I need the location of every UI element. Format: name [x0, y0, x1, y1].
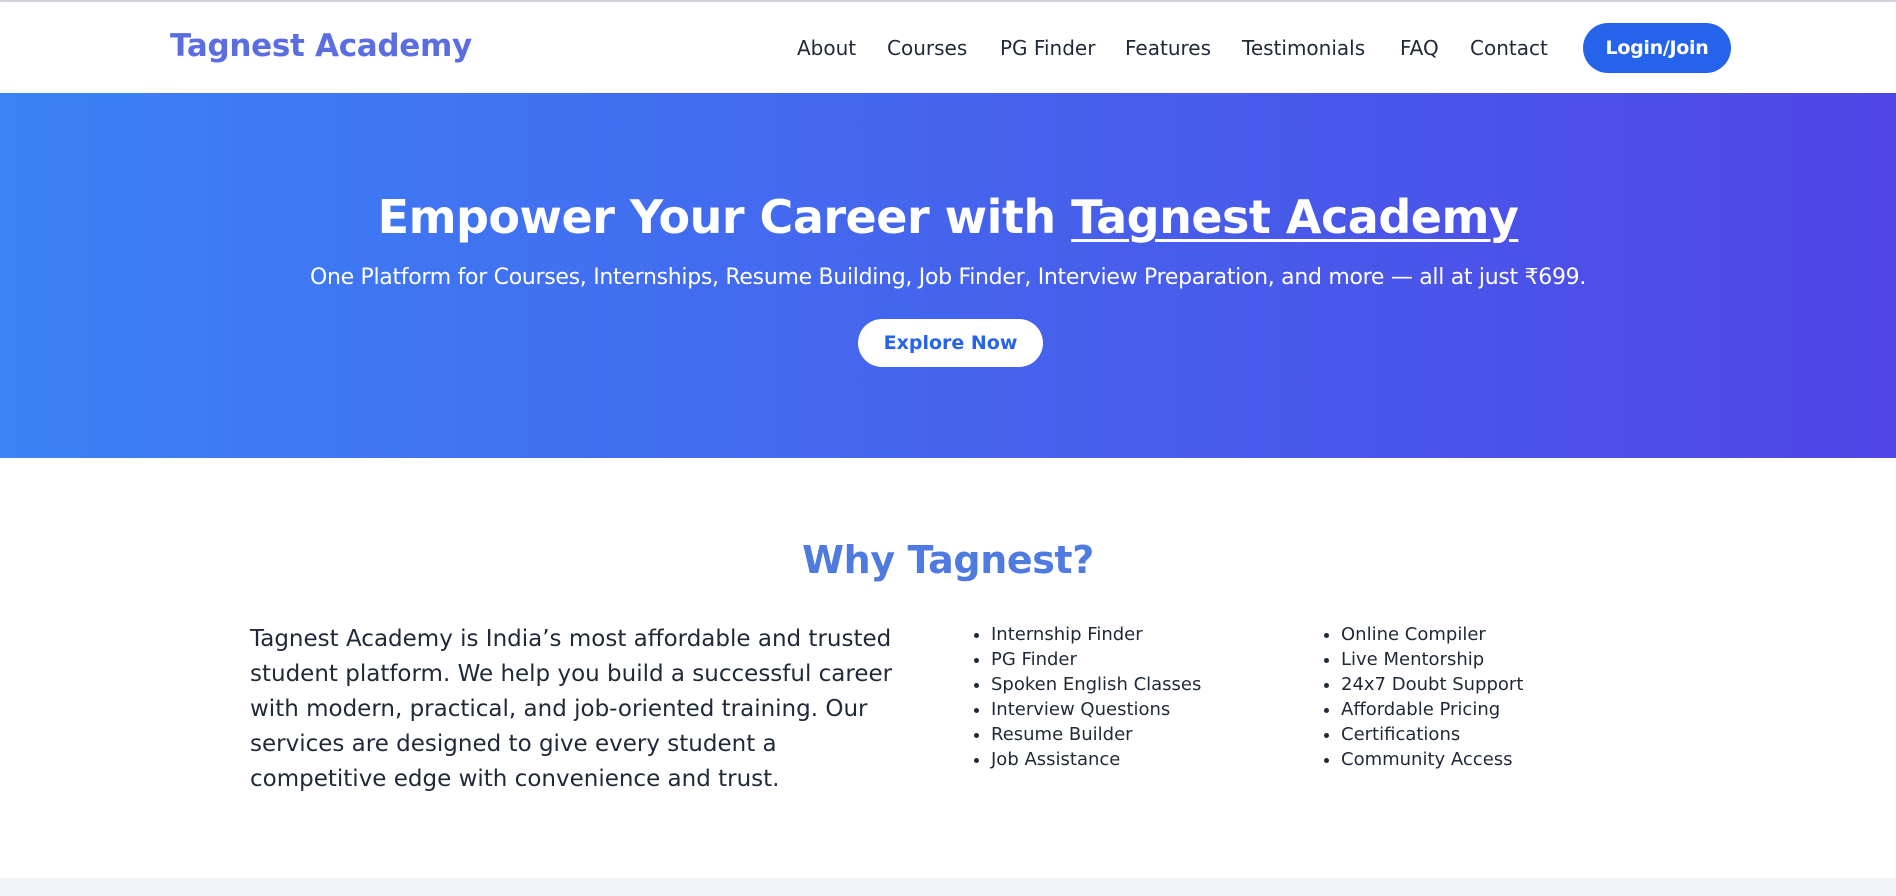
why-description: Tagnest Academy is India’s most affordab…	[250, 626, 893, 792]
feature-item: Resume Builder	[991, 722, 1201, 747]
hero-section: Empower Your Career with Tagnest Academy…	[0, 93, 1896, 458]
hero-title: Empower Your Career with Tagnest Academy	[0, 190, 1896, 244]
feature-item: Interview Questions	[991, 697, 1201, 722]
feature-item: 24x7 Doubt Support	[1341, 672, 1523, 697]
nav-link-pg-finder[interactable]: PG Finder	[1000, 36, 1095, 60]
feature-item: Job Assistance	[991, 747, 1201, 772]
nav-link-contact[interactable]: Contact	[1470, 36, 1548, 60]
explore-now-button[interactable]: Explore Now	[858, 319, 1043, 367]
features-list-right: Online Compiler Live Mentorship 24x7 Dou…	[1321, 622, 1523, 772]
nav-link-about[interactable]: About	[797, 36, 856, 60]
navbar: Tagnest Academy About Courses PG Finder …	[0, 2, 1896, 93]
feature-item: Online Compiler	[1341, 622, 1523, 647]
nav-link-features[interactable]: Features	[1125, 36, 1211, 60]
feature-item: PG Finder	[991, 647, 1201, 672]
why-title: Why Tagnest?	[802, 538, 1094, 582]
nav-link-courses[interactable]: Courses	[887, 36, 967, 60]
feature-item: Internship Finder	[991, 622, 1201, 647]
feature-item: Live Mentorship	[1341, 647, 1523, 672]
next-section-edge	[0, 878, 1896, 896]
login-join-button[interactable]: Login/Join	[1583, 23, 1731, 73]
hero-title-prefix: Empower Your Career with	[377, 190, 1072, 244]
feature-item: Spoken English Classes	[991, 672, 1201, 697]
feature-item: Community Access	[1341, 747, 1523, 772]
feature-item: Affordable Pricing	[1341, 697, 1523, 722]
nav-link-testimonials[interactable]: Testimonials	[1242, 36, 1365, 60]
features-list-left: Internship Finder PG Finder Spoken Engli…	[971, 622, 1201, 772]
feature-item: Certifications	[1341, 722, 1523, 747]
hero-subtitle: One Platform for Courses, Internships, R…	[309, 265, 1587, 290]
hero-title-highlight[interactable]: Tagnest Academy	[1071, 190, 1519, 244]
nav-link-faq[interactable]: FAQ	[1400, 36, 1439, 60]
